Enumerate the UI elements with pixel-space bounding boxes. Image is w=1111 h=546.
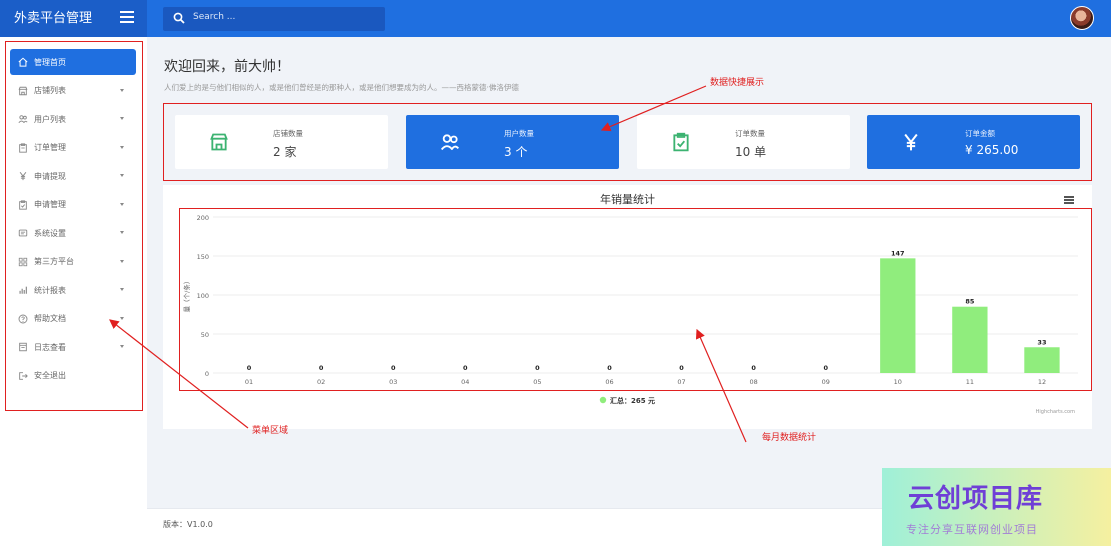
annotation-arrows (109, 85, 747, 443)
watermark: 云创项目库 专注分享互联网创业项目 (882, 468, 1111, 546)
watermark-subtitle: 专注分享互联网创业项目 (906, 523, 1038, 536)
watermark-title: 云创项目库 (908, 484, 1044, 514)
